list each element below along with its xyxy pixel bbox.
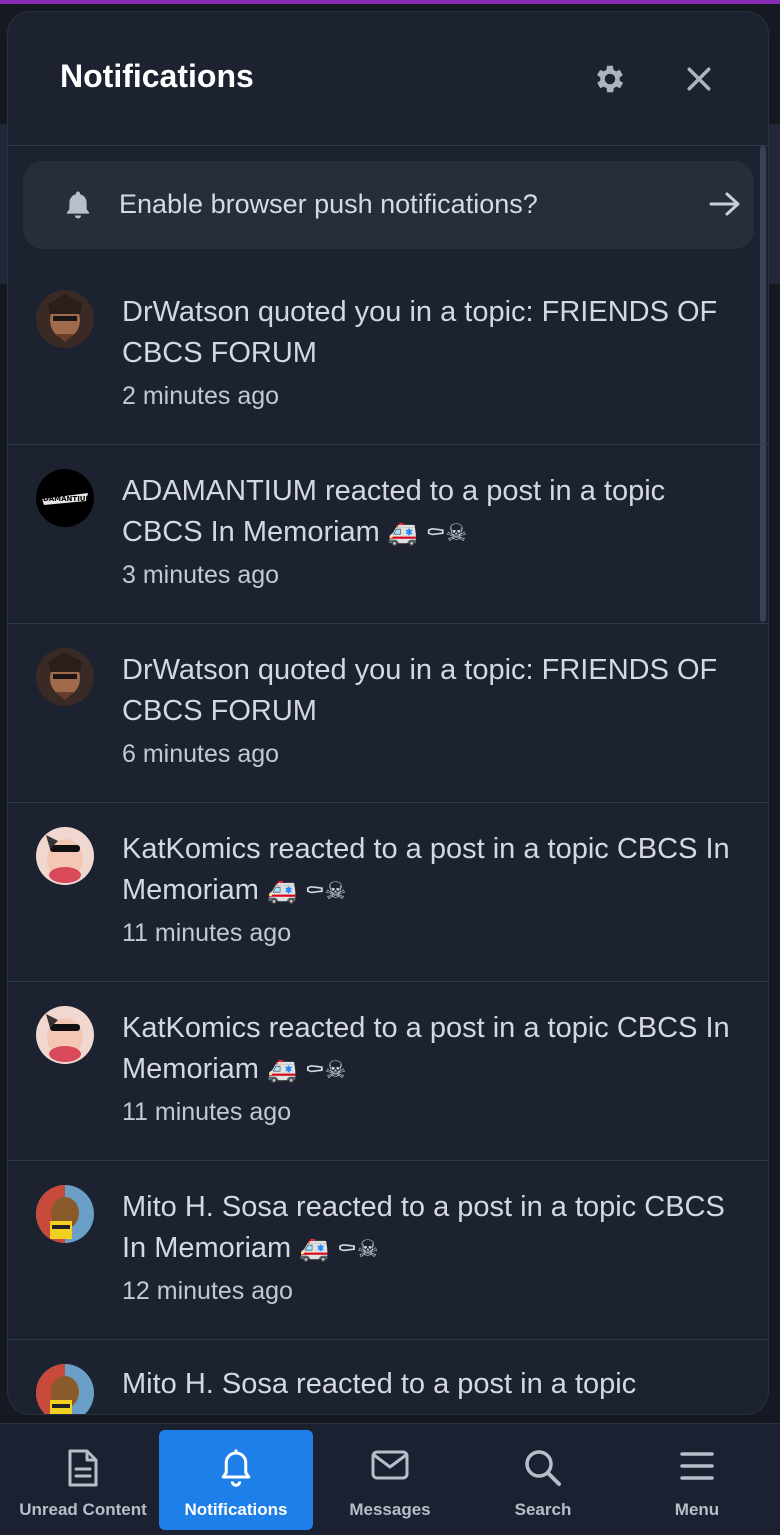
nav-unread-content[interactable]: Unread Content [6, 1430, 160, 1530]
avatar [36, 1185, 94, 1243]
nav-label: Messages [349, 1500, 431, 1519]
nav-label: Unread Content [19, 1500, 147, 1519]
nav-notifications[interactable]: Notifications [159, 1430, 313, 1530]
svg-text:ADAMANTIUM: ADAMANTIUM [38, 495, 93, 503]
gear-icon [597, 65, 624, 93]
notification-item[interactable]: DrWatson quoted you in a topic: FRIENDS … [8, 624, 768, 803]
notification-item[interactable]: Mito H. Sosa reacted to a post in a topi… [8, 1340, 768, 1414]
avatar: ADAMANTIUM [36, 469, 94, 527]
panel-header: Notifications [8, 12, 768, 146]
notification-item[interactable]: ADAMANTIUM ADAMANTIUM reacted to a post … [8, 445, 768, 624]
notification-time: 6 minutes ago [122, 740, 280, 768]
bell-icon [66, 191, 90, 219]
nav-messages[interactable]: Messages [313, 1430, 467, 1530]
reaction-emoji: 🚑 ⚰☠ [267, 1056, 347, 1084]
notification-text: DrWatson quoted you in a topic: FRIENDS … [122, 654, 718, 727]
notification-text: Mito H. Sosa reacted to a post in a topi… [122, 1368, 637, 1400]
nav-menu[interactable]: Menu [620, 1430, 774, 1530]
document-icon [68, 1449, 98, 1487]
notification-text: Mito H. Sosa reacted to a post in a topi… [122, 1191, 725, 1264]
avatar [36, 1364, 94, 1414]
notification-item[interactable]: KatKomics reacted to a post in a topic C… [8, 982, 768, 1161]
panel-title: Notifications [60, 58, 254, 94]
reaction-emoji: 🚑 ⚰☠ [299, 1235, 379, 1263]
avatar [36, 1006, 94, 1064]
notification-text: ADAMANTIUM reacted to a post in a topic … [122, 475, 666, 548]
notification-text: DrWatson quoted you in a topic: FRIENDS … [122, 296, 718, 369]
nav-search[interactable]: Search [466, 1430, 620, 1530]
nav-label: Notifications [184, 1500, 288, 1519]
notification-time: 11 minutes ago [122, 919, 292, 947]
notification-time: 3 minutes ago [122, 561, 280, 589]
nav-label: Search [514, 1500, 572, 1519]
notification-time: 11 minutes ago [122, 1098, 292, 1126]
notification-list: DrWatson quoted you in a topic: FRIENDS … [8, 266, 768, 1414]
bell-icon [221, 1449, 251, 1487]
bottom-navigation: Unread Content Notifications Messages Se… [0, 1423, 780, 1535]
nav-label: Menu [674, 1500, 720, 1519]
envelope-icon [371, 1450, 409, 1480]
notification-time: 12 minutes ago [122, 1277, 293, 1305]
avatar [36, 827, 94, 885]
close-icon [687, 67, 711, 91]
avatar [36, 648, 94, 706]
reaction-emoji: 🚑 ⚰☠ [387, 519, 468, 547]
push-notifications-banner[interactable]: Enable browser push notifications? [23, 161, 754, 249]
close-button[interactable] [676, 56, 722, 102]
notifications-panel: Notifications Enable browser push notifi… [8, 12, 768, 1414]
notification-text: KatKomics reacted to a post in a topic C… [122, 1012, 730, 1085]
hamburger-menu-icon [680, 1452, 714, 1480]
notification-time: 2 minutes ago [122, 382, 280, 410]
notification-item[interactable]: KatKomics reacted to a post in a topic C… [8, 803, 768, 982]
notification-item[interactable]: DrWatson quoted you in a topic: FRIENDS … [8, 266, 768, 445]
notification-item[interactable]: Mito H. Sosa reacted to a post in a topi… [8, 1161, 768, 1340]
search-icon [525, 1450, 561, 1486]
settings-button[interactable] [587, 56, 633, 102]
push-banner-text: Enable browser push notifications? [119, 189, 538, 219]
arrow-right-icon [709, 192, 740, 216]
reaction-emoji: 🚑 ⚰☠ [267, 877, 347, 905]
notification-text: KatKomics reacted to a post in a topic C… [122, 833, 730, 906]
avatar [36, 290, 94, 348]
